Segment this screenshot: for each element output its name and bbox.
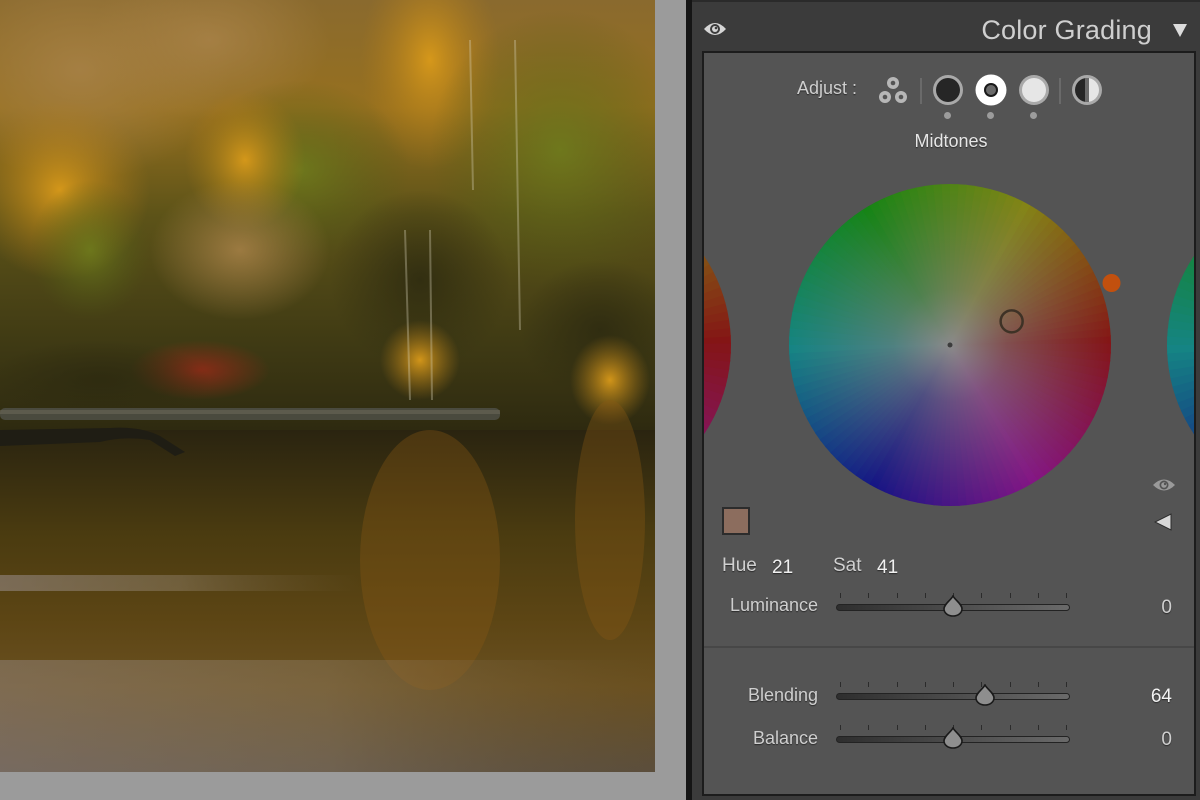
slider-tick [1037, 593, 1039, 598]
three-way-view-button[interactable] [876, 74, 910, 108]
mode-divider [920, 78, 922, 104]
slider-tick [896, 725, 898, 730]
slider-tick [868, 593, 870, 598]
color-wheel-area [704, 176, 1196, 514]
luminance-slider[interactable] [836, 593, 1070, 617]
hue-label: Hue [722, 555, 757, 576]
slider-tick [1037, 682, 1039, 687]
half-circle-icon [1072, 75, 1102, 105]
slider-tick [981, 725, 983, 730]
panel-title: Color Grading [981, 15, 1152, 45]
slider-tick [868, 682, 870, 687]
color-swatch[interactable] [722, 507, 750, 535]
slider-tick [1009, 682, 1011, 687]
sat-value[interactable]: 41 [877, 557, 898, 579]
light-circle-icon [1019, 75, 1049, 105]
wheel-center-dot [947, 342, 953, 348]
three-circles-icon [879, 77, 907, 103]
luminance-label: Luminance [729, 595, 818, 615]
slider-tick [1066, 725, 1067, 730]
slider-tick [1037, 725, 1039, 730]
global-button[interactable] [1070, 73, 1104, 107]
blending-value[interactable]: 64 [1151, 686, 1172, 708]
slider-tick [1009, 593, 1011, 598]
slider-tick [896, 593, 898, 598]
highlights-indicator-dot [1030, 112, 1037, 119]
slider-tick [896, 682, 898, 687]
slider-tick [840, 725, 841, 730]
color-grading-body: Adjust : Midtones Hue 21 Sat 41 Luminanc… [702, 51, 1196, 796]
slider-tick [868, 725, 870, 730]
sat-label: Sat [833, 555, 862, 576]
slider-tick [924, 682, 926, 687]
slider-tick [924, 725, 926, 730]
balance-slider[interactable] [836, 725, 1070, 749]
eye-icon[interactable] [703, 20, 727, 38]
wheel-hue-sector [704, 343, 731, 354]
shadows-indicator-dot [944, 112, 951, 119]
triangle-left-icon[interactable] [1154, 513, 1172, 531]
active-region-label: Midtones [914, 131, 988, 151]
balance-value[interactable]: 0 [1161, 729, 1172, 751]
shadows-button[interactable] [931, 73, 965, 107]
slider-tick [981, 593, 983, 598]
photo-canvas-area [0, 0, 688, 800]
slider-track[interactable] [836, 693, 1070, 700]
slider-tick [1009, 725, 1011, 730]
hue-value[interactable]: 21 [772, 557, 793, 579]
highlights-button[interactable] [1017, 73, 1051, 107]
balance-label: Balance [752, 728, 818, 748]
photo-preview[interactable] [0, 0, 655, 772]
mid-circle-icon [975, 74, 1007, 106]
luminance-value[interactable]: 0 [1161, 597, 1172, 619]
slider-thumb[interactable] [942, 727, 964, 749]
color-grading-panel: Color Grading Adjust: Midtones Hue 21 S… [692, 0, 1200, 800]
slider-tick [840, 593, 841, 598]
blending-slider[interactable] [836, 682, 1070, 706]
blending-label: Blending [747, 685, 818, 705]
eye-icon[interactable] [1152, 477, 1176, 493]
mode-divider [1059, 78, 1061, 104]
shadows-wheel-partial[interactable] [704, 176, 739, 514]
autumn-river-photo [0, 0, 655, 772]
adjust-label: Adjust : [797, 78, 858, 98]
midtones-button[interactable] [974, 73, 1008, 107]
highlights-wheel-partial[interactable] [1159, 176, 1196, 514]
dark-circle-icon [933, 75, 963, 105]
slider-tick [924, 593, 926, 598]
midtones-indicator-dot [987, 112, 994, 119]
section-divider [704, 646, 1194, 648]
slider-tick [840, 682, 841, 687]
slider-tick [1066, 682, 1067, 687]
panel-header[interactable]: Color Grading [692, 4, 1200, 52]
slider-thumb[interactable] [942, 595, 964, 617]
lightroom-window: Color Grading Adjust: Midtones Hue 21 S… [0, 0, 1200, 800]
hue-marker[interactable] [1102, 274, 1121, 293]
triangle-down-icon[interactable] [1172, 22, 1188, 38]
slider-thumb[interactable] [974, 684, 996, 706]
slider-tick [1066, 593, 1067, 598]
slider-tick [953, 682, 954, 687]
